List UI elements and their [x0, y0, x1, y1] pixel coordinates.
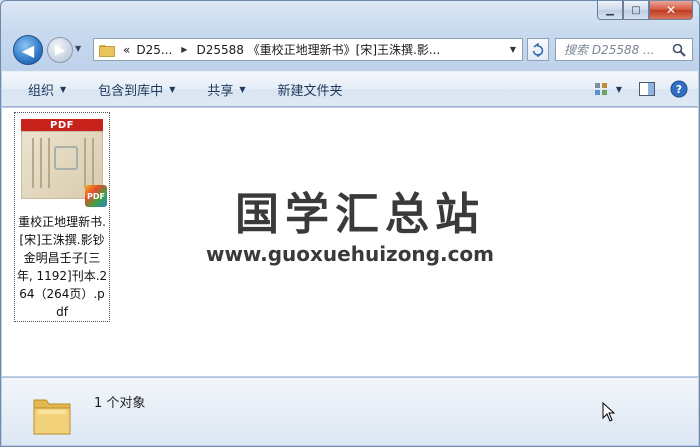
minimize-icon: ▁ [606, 4, 614, 16]
item-count: 1 个对象 [94, 396, 146, 411]
search-icon[interactable] [672, 43, 686, 57]
chevron-down-icon[interactable]: ▼ [504, 39, 522, 60]
forward-arrow-icon: ▶ [55, 42, 65, 58]
refresh-button[interactable] [527, 38, 549, 61]
chevron-down-icon: ▼ [615, 84, 623, 94]
preview-pane-button[interactable] [638, 80, 656, 98]
view-icon [594, 83, 607, 95]
chevron-down-icon: ▼ [239, 84, 246, 94]
search-input[interactable] [564, 42, 672, 57]
maximize-icon: □ [631, 4, 641, 16]
command-bar: 组织 ▼ 包含到库中 ▼ 共享 ▼ 新建文件夹 ▼ ? [2, 71, 698, 107]
include-in-library-button[interactable]: 包含到库中 ▼ [88, 72, 185, 106]
back-arrow-icon: ◀ [21, 40, 35, 60]
close-button[interactable]: ✕ [649, 1, 693, 20]
folder-icon [99, 44, 115, 57]
address-segment[interactable]: D25... [133, 43, 175, 57]
folder-icon [33, 399, 71, 435]
caption-buttons: ▁ □ ✕ [597, 1, 693, 21]
recent-pages-dropdown[interactable]: ▼ [75, 44, 87, 56]
minimize-button[interactable]: ▁ [597, 1, 623, 20]
help-icon: ? [670, 80, 688, 98]
close-icon: ✕ [665, 3, 677, 17]
address-bar[interactable]: « D25... ▶ D25588 《重校正地理新书》[宋]王洙撰.影... ▼ [93, 38, 523, 61]
chevron-right-icon[interactable]: ▶ [175, 45, 193, 54]
watermark-url: www.guoxuehuizong.com [205, 242, 495, 266]
explorer-window: ▁ □ ✕ ◀ ▶ ▼ « D25... ▶ D25588 《重校正地理新书》[… [0, 0, 700, 447]
chevron-down-icon: ▼ [169, 84, 176, 94]
details-pane: 1 个对象 [2, 377, 698, 445]
svg-text:?: ? [676, 83, 682, 96]
new-folder-button[interactable]: 新建文件夹 [268, 72, 353, 106]
organize-label: 组织 [28, 83, 55, 99]
navigation-bar: ◀ ▶ ▼ « D25... ▶ D25588 《重校正地理新书》[宋]王洙撰.… [9, 34, 693, 66]
share-label: 共享 [207, 83, 234, 99]
organize-button[interactable]: 组织 ▼ [18, 72, 76, 106]
address-overflow[interactable]: « [120, 43, 133, 57]
file-list-pane[interactable]: PDF PDF 重校正地理新书.[宋]王洙撰.影钞金明昌壬子[三年, 1192]… [2, 108, 698, 376]
pdf-label-bar: PDF [21, 119, 103, 131]
seal-stamp [54, 146, 78, 170]
change-view-button[interactable]: ▼ [592, 80, 624, 98]
forward-button[interactable]: ▶ [47, 37, 73, 63]
new-folder-label: 新建文件夹 [277, 83, 343, 99]
watermark-title: 国学汇总站 [235, 189, 485, 240]
help-button[interactable]: ? [670, 80, 688, 98]
refresh-icon [532, 42, 544, 57]
include-in-library-label: 包含到库中 [98, 83, 164, 99]
toolbar-right: ▼ ? [592, 72, 688, 106]
maximize-button[interactable]: □ [623, 1, 649, 20]
mouse-pointer-icon [602, 402, 616, 422]
address-segment[interactable]: D25588 《重校正地理新书》[宋]王洙撰.影... [193, 41, 443, 58]
back-button[interactable]: ◀ [13, 35, 43, 65]
search-box[interactable] [555, 38, 693, 61]
preview-pane-icon [639, 82, 655, 96]
share-button[interactable]: 共享 ▼ [197, 72, 255, 106]
chevron-down-icon: ▼ [60, 84, 67, 94]
